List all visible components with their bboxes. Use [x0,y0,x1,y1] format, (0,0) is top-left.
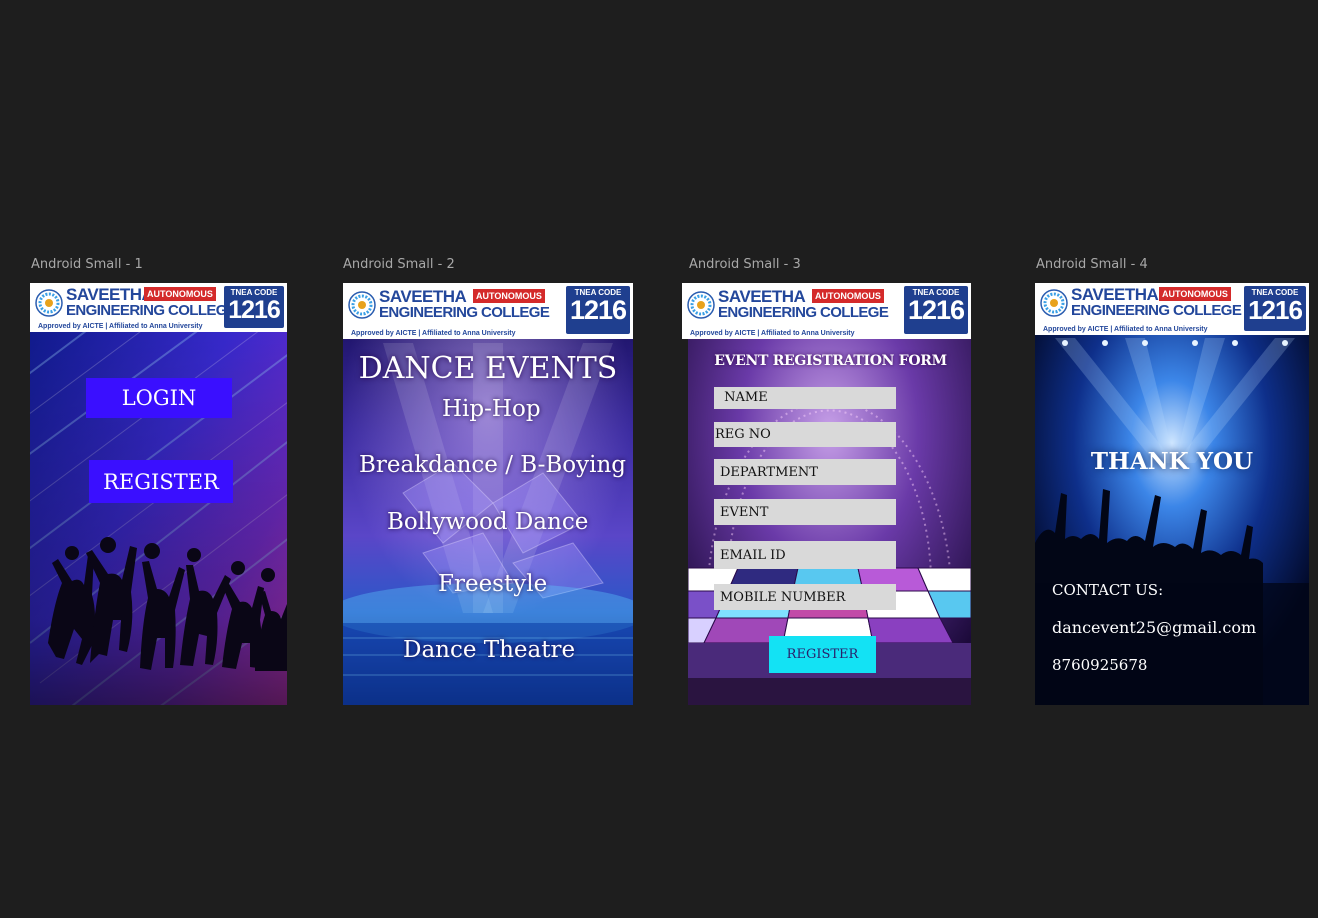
register-button[interactable]: REGISTER [89,460,233,503]
college-banner: SAVEETHA AUTONOMOUS ENGINEERING COLLEGE … [1035,283,1309,335]
registration-form-title: EVENT REGISTRATION FORM [714,353,947,369]
college-banner: SAVEETHA AUTONOMOUS ENGINEERING COLLEGE … [343,283,633,339]
tnea-code: 1216 [569,295,627,325]
college-seal-icon [1040,289,1068,317]
thank-you-heading: THANK YOU [1090,448,1254,475]
frame-label-4: Android Small - 4 [1036,257,1148,272]
event-item-dance-theatre[interactable]: Dance Theatre [403,637,575,663]
autonomous-badge: AUTONOMOUS [473,289,545,303]
tnea-code-badge: TNEA CODE 1216 [1244,286,1306,331]
frame-label-1: Android Small - 1 [31,257,143,272]
contact-label: CONTACT US: [1052,581,1164,599]
frame-dance-events[interactable]: SAVEETHA AUTONOMOUS ENGINEERING COLLEGE … [343,283,633,705]
tnea-code-badge: TNEA CODE 1216 [566,286,630,334]
approval-text: Approved by AICTE | Affiliated to Anna U… [351,330,516,337]
college-name-line2: ENGINEERING COLLEGE [1071,302,1242,319]
tnea-code: 1216 [1248,295,1303,325]
event-item-breakdance[interactable]: Breakdance / B-Boying [359,452,626,478]
name-input[interactable] [714,387,896,409]
event-item-freestyle[interactable]: Freestyle [438,571,547,597]
event-item-bollywood[interactable]: Bollywood Dance [387,509,588,535]
autonomous-badge: AUTONOMOUS [812,289,884,303]
frame-registration-form[interactable]: SAVEETHA AUTONOMOUS ENGINEERING COLLEGE … [682,283,971,705]
login-button[interactable]: LOGIN [86,378,232,418]
frame-label-3: Android Small - 3 [689,257,801,272]
reg-no-input[interactable] [714,422,896,447]
contact-email[interactable]: dancevent25@gmail.com [1052,618,1256,637]
tnea-code: 1216 [228,296,281,324]
event-input[interactable] [714,499,896,525]
college-seal-icon [687,291,715,319]
autonomous-badge: AUTONOMOUS [144,287,216,301]
approval-text: Approved by AICTE | Affiliated to Anna U… [1043,326,1208,333]
frame-thank-you[interactable]: SAVEETHA AUTONOMOUS ENGINEERING COLLEGE … [1035,283,1309,705]
contact-phone[interactable]: 8760925678 [1052,656,1147,674]
concert-crowd-background [1035,283,1309,705]
college-seal-icon [348,291,376,319]
dance-events-title: DANCE EVENTS [358,351,618,386]
email-input[interactable] [714,541,896,569]
event-item-hip-hop[interactable]: Hip-Hop [442,396,541,422]
college-seal-icon [35,289,63,317]
tnea-code: 1216 [907,295,965,325]
approval-text: Approved by AICTE | Affiliated to Anna U… [38,323,203,330]
department-input[interactable] [714,459,896,485]
frame-label-2: Android Small - 2 [343,257,455,272]
approval-text: Approved by AICTE | Affiliated to Anna U… [690,330,855,337]
college-name-line2: ENGINEERING COLLEGE [718,304,889,321]
frame-login[interactable]: SAVEETHA AUTONOMOUS ENGINEERING COLLEGE … [30,283,287,705]
college-name-line2: ENGINEERING COLLEGE [66,302,237,319]
college-name-line2: ENGINEERING COLLEGE [379,304,550,321]
tnea-code-badge: TNEA CODE 1216 [224,286,284,328]
register-submit-button[interactable]: REGISTER [769,636,876,673]
tnea-code-badge: TNEA CODE 1216 [904,286,968,334]
autonomous-badge: AUTONOMOUS [1159,287,1231,301]
mobile-number-input[interactable] [714,584,896,610]
college-banner: SAVEETHA AUTONOMOUS ENGINEERING COLLEGE … [682,283,971,339]
college-banner: SAVEETHA AUTONOMOUS ENGINEERING COLLEGE … [30,283,287,332]
